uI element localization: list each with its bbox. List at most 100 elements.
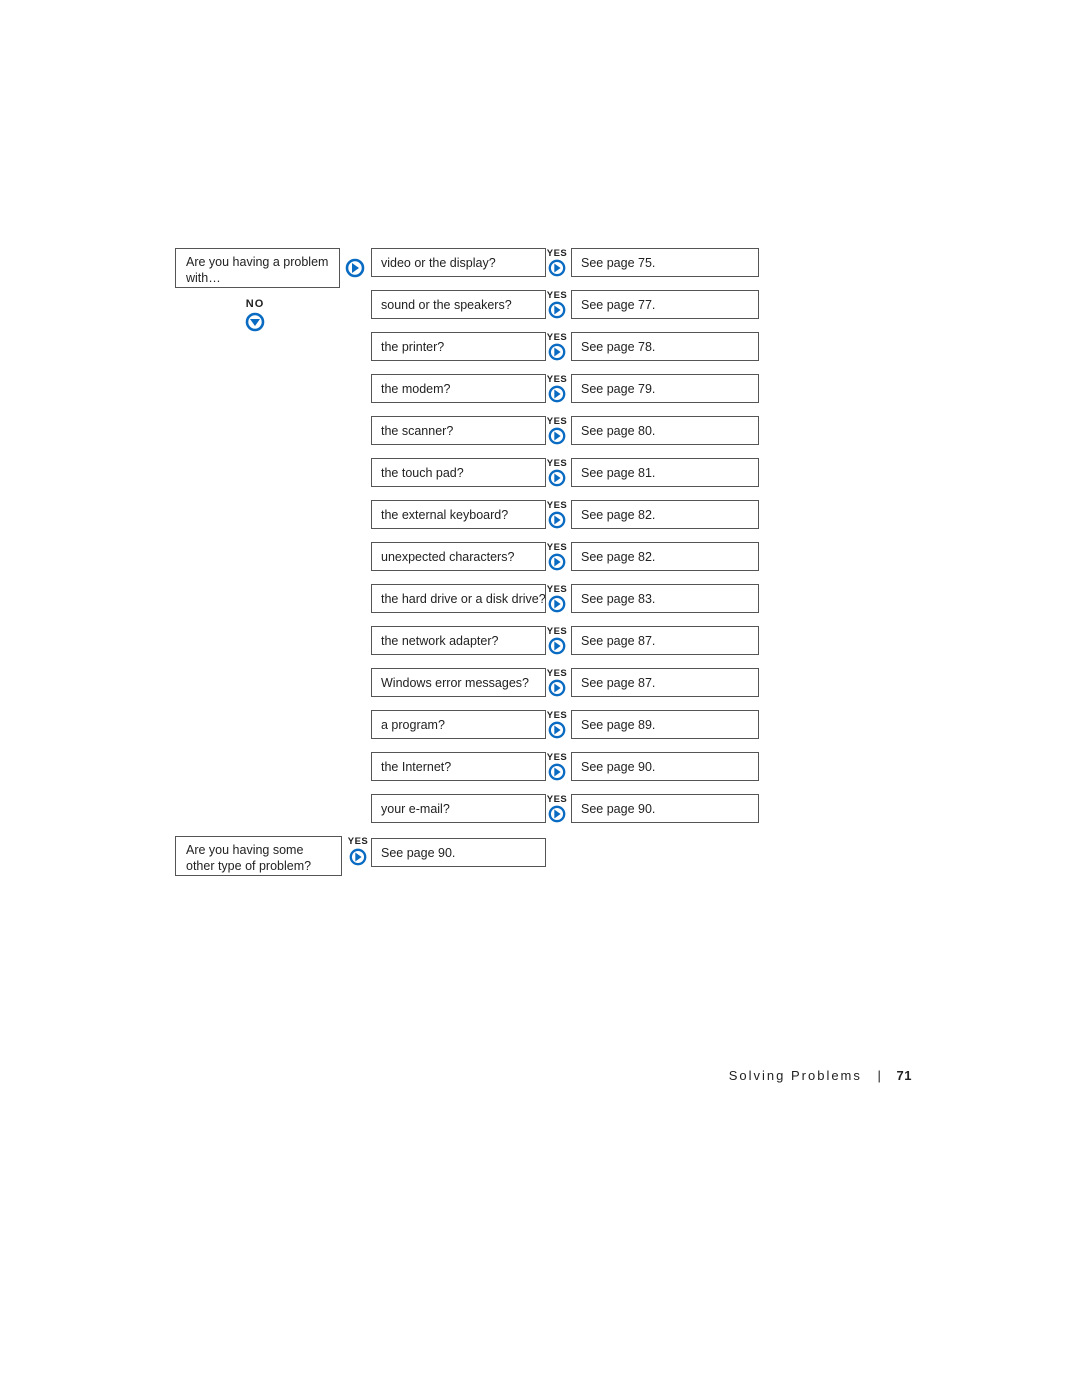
problem-row: your e-mail?YESSee page 90. <box>371 794 935 823</box>
answer-text: See page 75. <box>581 256 655 270</box>
answer-box-other: See page 90. <box>371 838 546 867</box>
arrow-right-icon <box>546 469 568 487</box>
yes-label: YES <box>546 753 568 763</box>
yes-branch: YES <box>546 459 568 488</box>
yes-label: YES <box>546 417 568 427</box>
arrow-right-icon <box>546 763 568 781</box>
answer-box: See page 83. <box>571 584 759 613</box>
answer-box: See page 79. <box>571 374 759 403</box>
answer-text: See page 78. <box>581 340 655 354</box>
yes-branch: YES <box>546 585 568 614</box>
problem-question-box: the printer? <box>371 332 546 361</box>
answer-box: See page 75. <box>571 248 759 277</box>
problem-question-box: the Internet? <box>371 752 546 781</box>
question-box-2: Are you having some other type of proble… <box>175 836 342 876</box>
problem-row: sound or the speakers?YES See page 77. <box>371 290 935 319</box>
answer-box: See page 81. <box>571 458 759 487</box>
answer-text: See page 80. <box>581 424 655 438</box>
yes-branch: YES <box>546 627 568 656</box>
yes-label: YES <box>347 837 369 847</box>
problem-question-box: the external keyboard? <box>371 500 546 529</box>
yes-label: YES <box>546 669 568 679</box>
problem-question-text: the touch pad? <box>381 466 464 480</box>
answer-text: See page 89. <box>581 718 655 732</box>
yes-branch: YES <box>546 249 568 278</box>
problem-question-box: the scanner? <box>371 416 546 445</box>
arrow-right-icon <box>546 805 568 823</box>
problem-question-text: unexpected characters? <box>381 550 514 564</box>
yes-branch: YES <box>546 711 568 740</box>
problem-row: the printer? YES See page 78. <box>371 332 935 361</box>
problem-rows: video or the display?YESSee page 75.soun… <box>371 248 935 836</box>
arrow-right-icon <box>546 427 568 445</box>
arrow-right-icon <box>546 343 568 361</box>
yes-branch: YES <box>546 417 568 446</box>
problem-row: video or the display?YES See page 75. <box>371 248 935 277</box>
yes-branch-other: YES <box>347 837 369 871</box>
problem-question-box: a program? <box>371 710 546 739</box>
yes-label: YES <box>546 543 568 553</box>
yes-branch: YES <box>546 543 568 572</box>
problem-question-text: the hard drive or a disk drive? <box>381 592 546 606</box>
problem-row: Windows error messages? YES See page 87. <box>371 668 935 697</box>
answer-box: See page 82. <box>571 542 759 571</box>
yes-branch: YES <box>546 333 568 362</box>
answer-box: See page 77. <box>571 290 759 319</box>
arrow-right-icon <box>546 595 568 613</box>
problem-question-text: your e-mail? <box>381 802 450 816</box>
no-branch: NO <box>235 298 275 332</box>
answer-text: See page 81. <box>581 466 655 480</box>
footer-section: Solving Problems <box>729 1068 862 1083</box>
yes-branch: YES <box>546 375 568 404</box>
arrow-right-icon <box>546 385 568 403</box>
arrow-down-icon <box>235 312 275 332</box>
problem-question-box: the network adapter? <box>371 626 546 655</box>
question-2-text: Are you having some other type of proble… <box>186 843 311 873</box>
answer-box: See page 90. <box>571 794 759 823</box>
problem-question-box: the hard drive or a disk drive? <box>371 584 546 613</box>
footer-separator: | <box>878 1068 881 1083</box>
arrow-right-icon <box>546 637 568 655</box>
answer-text: See page 77. <box>581 298 655 312</box>
yes-label: YES <box>546 249 568 259</box>
answer-text: See page 83. <box>581 592 655 606</box>
answer-text: See page 79. <box>581 382 655 396</box>
problem-question-box: Windows error messages? <box>371 668 546 697</box>
problem-question-text: the external keyboard? <box>381 508 508 522</box>
yes-branch: YES <box>546 291 568 320</box>
answer-text: See page 90. <box>581 760 655 774</box>
arrow-right-icon <box>345 258 365 283</box>
yes-label: YES <box>546 501 568 511</box>
problem-question-text: the scanner? <box>381 424 453 438</box>
yes-branch: YES <box>546 753 568 782</box>
problem-question-box: video or the display? <box>371 248 546 277</box>
answer-box: See page 78. <box>571 332 759 361</box>
problem-row: the external keyboard? YES See page 82. <box>371 500 935 529</box>
arrow-right-icon <box>546 301 568 319</box>
answer-box: See page 89. <box>571 710 759 739</box>
answer-box: See page 87. <box>571 626 759 655</box>
answer-box: See page 90. <box>571 752 759 781</box>
problem-row: unexpected characters? YESSee page 82. <box>371 542 935 571</box>
problem-question-text: the modem? <box>381 382 450 396</box>
answer-text: See page 87. <box>581 634 655 648</box>
problem-row: the hard drive or a disk drive?YES See pa… <box>371 584 935 613</box>
yes-label: YES <box>546 333 568 343</box>
footer-page-number: 71 <box>897 1068 912 1083</box>
answer-text: See page 90. <box>581 802 655 816</box>
yes-label: YES <box>546 375 568 385</box>
answer-other-text: See page 90. <box>381 846 455 860</box>
problem-question-text: the network adapter? <box>381 634 498 648</box>
problem-question-text: the printer? <box>381 340 444 354</box>
problem-question-text: Windows error messages? <box>381 676 529 690</box>
answer-text: See page 87. <box>581 676 655 690</box>
problem-row: the modem? YES See page 79. <box>371 374 935 403</box>
page: Are you having a problem with… NO video … <box>0 0 1080 1397</box>
no-label: NO <box>235 298 275 310</box>
answer-text: See page 82. <box>581 508 655 522</box>
arrow-right-icon <box>546 679 568 697</box>
arrow-right-icon <box>546 721 568 739</box>
problem-question-box: sound or the speakers? <box>371 290 546 319</box>
problem-row: the touch pad? YES See page 81. <box>371 458 935 487</box>
problem-question-box: your e-mail? <box>371 794 546 823</box>
